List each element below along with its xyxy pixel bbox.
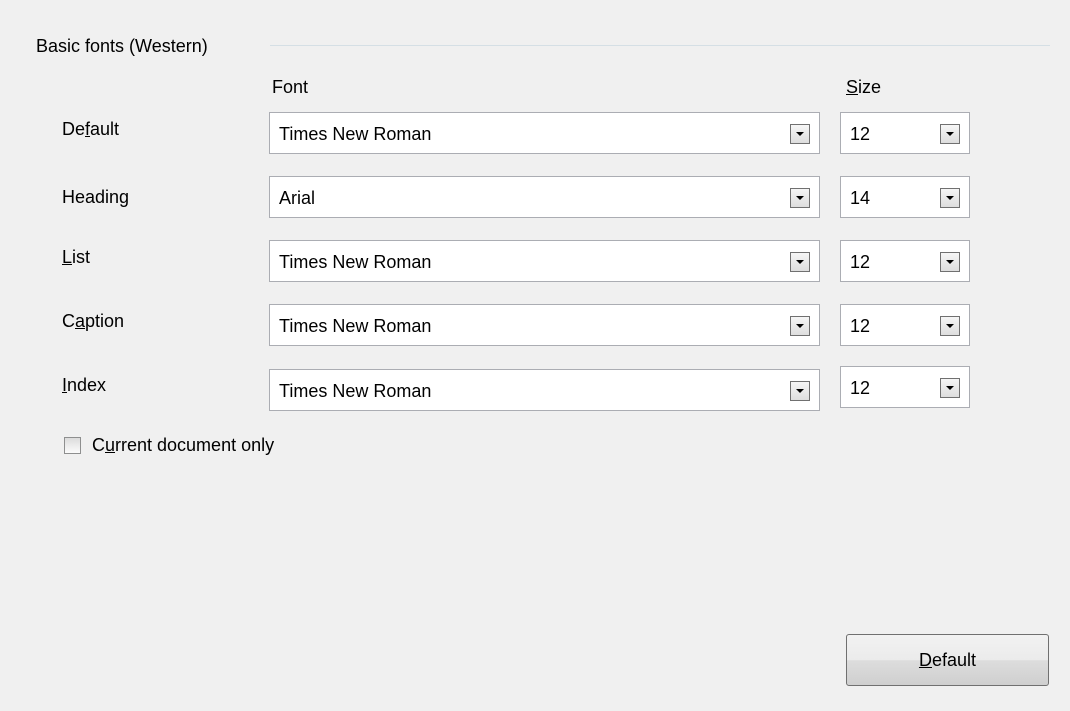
- label-mnemonic: g: [119, 187, 130, 207]
- current-document-only-label: Current document only: [92, 433, 274, 457]
- default-font-select[interactable]: Times New Roman: [269, 112, 820, 154]
- checkbox-icon[interactable]: [64, 436, 81, 454]
- font-column-header: Font: [272, 77, 309, 97]
- list-font-value: Times New Roman: [279, 252, 432, 272]
- label-mnemonic: a: [75, 311, 86, 331]
- caption-font-select[interactable]: Times New Roman: [269, 304, 820, 346]
- chevron-down-icon[interactable]: [790, 252, 810, 272]
- label-post: ist: [72, 247, 91, 267]
- label-pre: De: [62, 119, 86, 139]
- chevron-down-icon[interactable]: [790, 188, 810, 208]
- default-label: Default: [62, 117, 119, 141]
- list-font-select[interactable]: Times New Roman: [269, 240, 820, 282]
- chevron-down-icon[interactable]: [940, 252, 960, 272]
- heading-label: Heading: [62, 185, 129, 209]
- list-size-value: 12: [850, 252, 871, 272]
- heading-font-select[interactable]: Arial: [269, 176, 820, 218]
- default-button[interactable]: Default: [846, 634, 1049, 686]
- size-header-rest: ize: [858, 77, 882, 97]
- default-font-value: Times New Roman: [279, 124, 432, 144]
- chevron-down-icon[interactable]: [940, 124, 960, 144]
- label-pre: C: [92, 435, 105, 455]
- group-divider: [270, 45, 1050, 46]
- heading-size-value: 14: [850, 188, 871, 208]
- label-post: rrent document only: [115, 435, 275, 455]
- button-label-rest: efault: [931, 649, 977, 670]
- label-post: ption: [85, 311, 125, 331]
- index-size-value: 12: [850, 378, 871, 398]
- label-pre: C: [62, 311, 75, 331]
- group-title: Basic fonts (Western): [36, 36, 208, 56]
- current-document-only-option[interactable]: Current document only: [64, 433, 274, 457]
- label-post: ault: [90, 119, 120, 139]
- list-label: List: [62, 245, 90, 269]
- chevron-down-icon[interactable]: [790, 381, 810, 401]
- caption-size-value: 12: [850, 316, 871, 336]
- chevron-down-icon[interactable]: [940, 188, 960, 208]
- size-header-mnemonic: S: [846, 77, 859, 97]
- label-mnemonic: L: [62, 247, 73, 267]
- index-size-select[interactable]: 12: [840, 366, 970, 408]
- heading-size-select[interactable]: 14: [840, 176, 970, 218]
- heading-font-value: Arial: [279, 188, 316, 208]
- caption-label: Caption: [62, 309, 124, 333]
- fonts-panel: Basic fonts (Western) Font Size Default …: [0, 0, 1070, 711]
- index-font-value: Times New Roman: [279, 381, 432, 401]
- caption-size-select[interactable]: 12: [840, 304, 970, 346]
- chevron-down-icon[interactable]: [940, 316, 960, 336]
- chevron-down-icon[interactable]: [790, 316, 810, 336]
- label-post: ndex: [67, 375, 107, 395]
- chevron-down-icon[interactable]: [940, 378, 960, 398]
- size-column-header: Size: [846, 75, 881, 99]
- button-mnemonic: D: [918, 649, 932, 670]
- list-size-select[interactable]: 12: [840, 240, 970, 282]
- index-font-select[interactable]: Times New Roman: [269, 369, 820, 411]
- default-size-value: 12: [850, 124, 871, 144]
- default-size-select[interactable]: 12: [840, 112, 970, 154]
- caption-font-value: Times New Roman: [279, 316, 432, 336]
- label-pre: Headin: [62, 187, 120, 207]
- label-mnemonic: u: [105, 435, 116, 455]
- index-label: Index: [62, 373, 106, 397]
- chevron-down-icon[interactable]: [790, 124, 810, 144]
